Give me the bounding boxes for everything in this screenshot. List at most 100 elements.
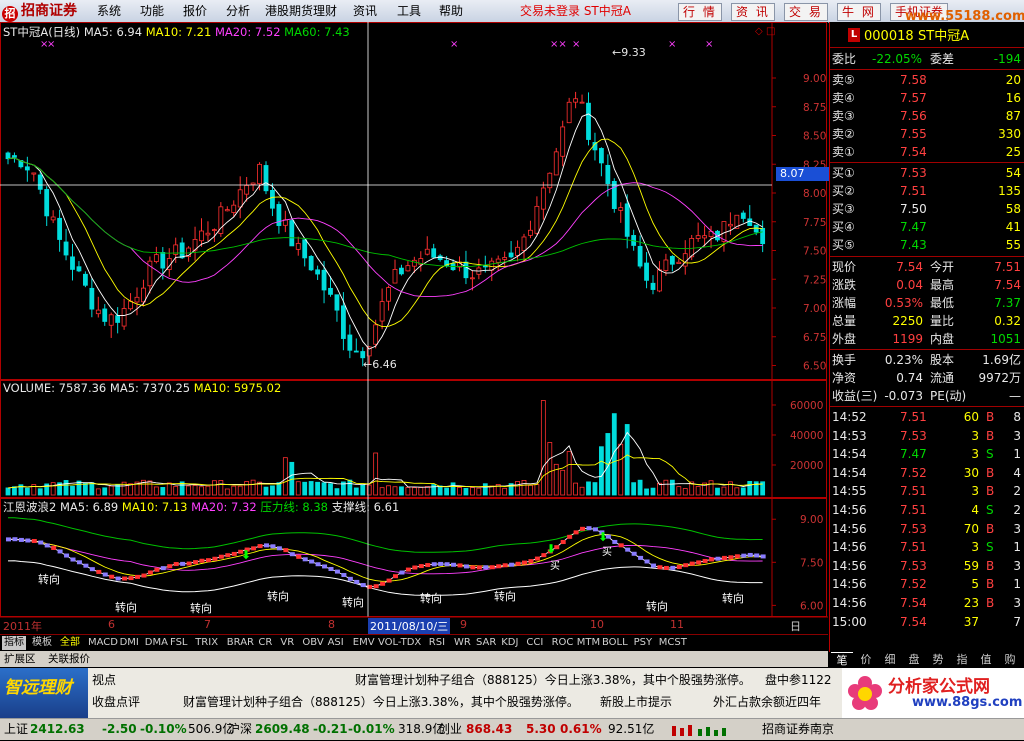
chart-canvas[interactable]: 9.008.758.508.258.007.757.507.257.006.75… (0, 22, 828, 634)
menu-news[interactable]: 资讯 (353, 3, 377, 19)
tab-mtm[interactable]: MTM (575, 636, 602, 650)
buy-price[interactable]: 7.51 (900, 182, 927, 200)
tab-boll[interactable]: BOLL (600, 636, 630, 650)
quote-tab-1[interactable]: 价 (855, 652, 877, 667)
tick-count: 2 (1013, 484, 1021, 499)
sell-price[interactable]: 7.55 (900, 125, 927, 143)
gann-block (451, 562, 457, 567)
tab-trix[interactable]: TRIX (193, 636, 220, 650)
sell-price[interactable]: 7.54 (900, 143, 927, 161)
menu-analysis[interactable]: 分析 (226, 3, 250, 19)
viewpoint-text[interactable]: 财富管理计划种子组合（888125）今日上涨3.38%，其中个股强势涨停。 (355, 671, 751, 689)
menu-system[interactable]: 系统 (97, 3, 121, 19)
sell-label: 卖⑤ (832, 73, 855, 87)
corner-diamond-icon[interactable]: ◇ (755, 26, 763, 37)
gann-block (728, 555, 734, 560)
menu-tools[interactable]: 工具 (397, 3, 421, 19)
candle-body (760, 227, 766, 245)
quote-tab-4[interactable]: 势 (927, 652, 949, 667)
sell-price[interactable]: 7.58 (900, 71, 927, 89)
ipo-notice[interactable]: 新股上市提示 (600, 693, 672, 711)
candle-body (386, 287, 391, 302)
tab-sar[interactable]: SAR (474, 636, 498, 650)
sh-percent: -0.10% (140, 722, 187, 736)
gann-block (231, 551, 237, 556)
tab-vr[interactable]: VR (278, 636, 296, 650)
quote-tab-2[interactable]: 细 (879, 652, 901, 667)
candle-body (76, 266, 82, 272)
sh-value[interactable]: 2412.63 (30, 721, 85, 738)
tab-obv[interactable]: OBV (300, 636, 325, 650)
gann-block (683, 563, 689, 568)
tab-wr[interactable]: WR (452, 636, 473, 650)
chart-area[interactable]: 9.00 8.75 8.50 8.25 8.00 7.75 7.50 7.25 7.00 6.75… (0, 22, 832, 649)
trade-button[interactable]: 交 易 (784, 3, 828, 21)
tab-全部[interactable]: 全部 (58, 636, 82, 650)
tick-count: 3 (1013, 521, 1021, 536)
candle-body (115, 315, 121, 323)
quote-tab-6[interactable]: 值 (975, 652, 997, 667)
current-price-tag: 8.07 (776, 167, 832, 181)
news-button[interactable]: 资 讯 (731, 3, 775, 21)
tab-mcst[interactable]: MCST (657, 636, 689, 650)
tab-cci[interactable]: CCI (524, 636, 545, 650)
close-comment-text[interactable]: 财富管理计划种子组合（888125）今日上涨3.38%，其中个股强势涨停。 (183, 693, 579, 711)
gann-block (509, 562, 515, 567)
tab-psy[interactable]: PSY (632, 636, 655, 650)
hs-value[interactable]: 2609.48 (255, 721, 310, 738)
quote-tab-7[interactable]: 购 (999, 652, 1021, 667)
intraday-ref[interactable]: 盘中参1122 (765, 671, 832, 689)
tab-fsl[interactable]: FSL (168, 636, 190, 650)
gann-block (347, 576, 353, 581)
quote-tab-3[interactable]: 盘 (903, 652, 925, 667)
tab-extension[interactable]: 扩展区 (2, 652, 38, 666)
tab-模板[interactable]: 模板 (30, 636, 54, 650)
menu-hk-futures[interactable]: 港股期货理财 (265, 3, 337, 19)
tab-related-quote[interactable]: 关联报价 (46, 652, 92, 666)
buy-volume: 55 (1005, 238, 1021, 252)
volume-bar (199, 486, 204, 496)
candle-body (83, 273, 88, 286)
menu-function[interactable]: 功能 (140, 3, 164, 19)
tab-指标[interactable]: 指标 (2, 636, 26, 650)
quote-tab-0[interactable]: 笔 (831, 652, 853, 668)
forex-news[interactable]: 外汇占款余额近四年 (713, 693, 821, 711)
buy-price[interactable]: 7.53 (900, 164, 927, 182)
tab-vol-tdx[interactable]: VOL-TDX (376, 636, 423, 650)
stat2-label: 流通 (930, 371, 955, 385)
buy-price[interactable]: 7.43 (900, 236, 927, 254)
niu-net-button[interactable]: 牛 网 (837, 3, 881, 21)
tab-kdj[interactable]: KDJ (499, 636, 520, 650)
gann-block (612, 539, 618, 544)
corner-square-icon[interactable]: □ (766, 26, 775, 37)
brand-box[interactable]: 智远理财 (0, 668, 88, 718)
tab-dmi[interactable]: DMI (118, 636, 141, 650)
tab-brar[interactable]: BRAR (225, 636, 256, 650)
signal-cross-mark: × (450, 39, 458, 50)
menu-quote[interactable]: 报价 (183, 3, 207, 19)
volume-bar (450, 482, 456, 496)
candle-body (308, 255, 314, 271)
indicator-tab-bar: 指标 模板 全部 MACD DMI DMA FSL TRIX BRAR CR VR OBV ASI EMV… (0, 634, 828, 651)
tab-roc[interactable]: ROC (550, 636, 576, 650)
signal-cross-mark: × (668, 39, 676, 50)
quote-tab-5[interactable]: 指 (951, 652, 973, 667)
buy-price[interactable]: 7.50 (900, 200, 927, 218)
menu-help[interactable]: 帮助 (439, 3, 463, 19)
tab-macd[interactable]: MACD (86, 636, 120, 650)
tab-emv[interactable]: EMV (351, 636, 377, 650)
candle-body (224, 209, 230, 212)
quote-button[interactable]: 行 情 (678, 3, 722, 21)
cy-value[interactable]: 868.43 (466, 721, 512, 738)
tab-asi[interactable]: ASI (326, 636, 346, 650)
volume-bar (521, 480, 527, 496)
volume-value: VOLUME: 7587.36 (3, 381, 107, 395)
tab-dma[interactable]: DMA (143, 636, 170, 650)
buy-price[interactable]: 7.47 (900, 218, 927, 236)
candle-body (347, 334, 353, 351)
volume-bar (295, 481, 301, 496)
sell-price[interactable]: 7.56 (900, 107, 927, 125)
tab-cr[interactable]: CR (256, 636, 274, 650)
sell-price[interactable]: 7.57 (900, 89, 927, 107)
tab-rsi[interactable]: RSI (427, 636, 447, 650)
